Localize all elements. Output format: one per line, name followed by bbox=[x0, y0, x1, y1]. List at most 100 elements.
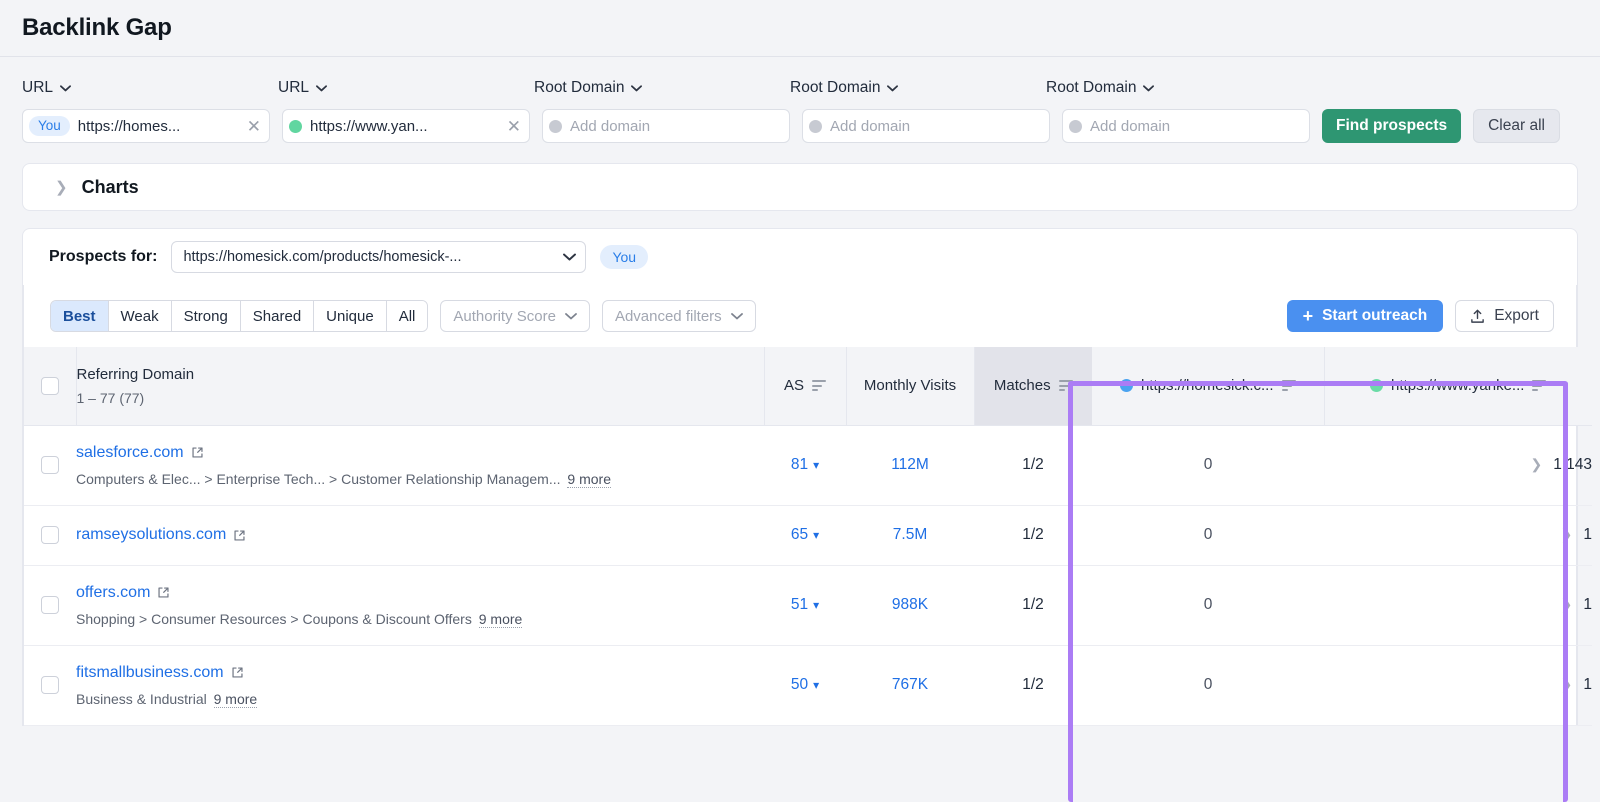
as-cell[interactable]: 51▾ bbox=[764, 565, 846, 645]
competitor-input-1[interactable]: Youhttps://homes...✕ bbox=[22, 109, 270, 143]
matches-cell: 1/2 bbox=[974, 645, 1092, 725]
monthly-visits-value: 112M bbox=[891, 456, 929, 473]
prospect2-cell[interactable]: ❯1 bbox=[1324, 565, 1592, 645]
monthly-visits-value: 988K bbox=[892, 596, 928, 613]
referring-domain-header: Referring Domain 1 – 77 (77) bbox=[76, 347, 764, 425]
filter-tab-shared[interactable]: Shared bbox=[241, 301, 314, 331]
referring-domain-link[interactable]: salesforce.com bbox=[76, 444, 204, 462]
chevron-down-icon[interactable]: ▾ bbox=[813, 458, 819, 472]
chevron-right-icon[interactable]: ❯ bbox=[1530, 456, 1542, 472]
as-value: 50 bbox=[791, 676, 808, 693]
chevron-down-icon bbox=[563, 253, 576, 261]
more-categories-link[interactable]: 9 more bbox=[479, 611, 523, 628]
prospect1-cell: 0 bbox=[1092, 645, 1324, 725]
as-cell[interactable]: 50 ▾ bbox=[764, 645, 846, 725]
prospect1-value: 0 bbox=[1204, 596, 1213, 613]
prospect2-cell[interactable]: ❯1 bbox=[1324, 645, 1592, 725]
prospect2-cell[interactable]: ❯1 bbox=[1324, 505, 1592, 565]
as-header[interactable]: AS bbox=[764, 347, 846, 425]
start-outreach-button[interactable]: + Start outreach bbox=[1287, 300, 1444, 332]
prospect2-cell[interactable]: ❯1,143 bbox=[1324, 425, 1592, 505]
monthly-visits-cell[interactable]: 112M bbox=[846, 425, 974, 505]
referring-domain-cell: salesforce.com Computers & Elec... > Ente… bbox=[76, 425, 764, 505]
competitor-type-label: Root Domain bbox=[534, 79, 624, 97]
referring-domain-link[interactable]: fitsmallbusiness.com bbox=[76, 664, 244, 682]
competitor-inputs-row: Youhttps://homes...✕ https://www.yan...✕ A… bbox=[22, 109, 1578, 143]
prospect1-cell: 0 bbox=[1092, 565, 1324, 645]
table-row: offers.comShopping > Consumer Resources … bbox=[24, 565, 1592, 645]
prospects-table-wrapper: Referring Domain 1 – 77 (77) AS Monthly bbox=[23, 347, 1577, 726]
monthly-visits-cell[interactable]: 7.5M bbox=[846, 505, 974, 565]
referring-domain-cell: fitsmallbusiness.comBusiness & Industria… bbox=[76, 645, 764, 725]
external-link-icon[interactable] bbox=[231, 666, 244, 679]
close-icon[interactable]: ✕ bbox=[503, 118, 521, 135]
filter-tab-weak[interactable]: Weak bbox=[109, 301, 172, 331]
authority-score-filter[interactable]: Authority Score bbox=[440, 300, 590, 332]
competitor-type-selector-2[interactable]: URL bbox=[278, 79, 534, 97]
external-link-icon[interactable] bbox=[191, 446, 204, 459]
competitor-url-placeholder: Add domain bbox=[1090, 118, 1170, 135]
competitor-type-selector-5[interactable]: Root Domain bbox=[1046, 79, 1302, 97]
competitor-input-5[interactable]: Add domain bbox=[1062, 109, 1310, 143]
row-checkbox[interactable] bbox=[41, 456, 59, 474]
referring-domain-cell: ramseysolutions.com bbox=[76, 505, 764, 565]
charts-section[interactable]: ❯ Charts bbox=[22, 163, 1578, 211]
competitor-type-selector-1[interactable]: URL bbox=[22, 79, 278, 97]
filter-tab-strong[interactable]: Strong bbox=[172, 301, 241, 331]
row-checkbox[interactable] bbox=[41, 596, 59, 614]
find-prospects-button[interactable]: Find prospects bbox=[1322, 109, 1461, 143]
competitor-type-selector-4[interactable]: Root Domain bbox=[790, 79, 1046, 97]
more-categories-link[interactable]: 9 more bbox=[214, 691, 258, 708]
competitor-type-selector-3[interactable]: Root Domain bbox=[534, 79, 790, 97]
referring-domain-cell: offers.comShopping > Consumer Resources … bbox=[76, 565, 764, 645]
external-link-icon[interactable] bbox=[157, 586, 170, 599]
sort-icon[interactable] bbox=[1059, 380, 1073, 391]
sort-icon[interactable] bbox=[1282, 380, 1296, 391]
toolbar-actions: + Start outreach Export bbox=[1287, 300, 1554, 332]
chevron-down-icon bbox=[1143, 85, 1154, 92]
row-checkbox[interactable] bbox=[41, 526, 59, 544]
competitor-type-label: URL bbox=[278, 79, 309, 97]
charts-title: Charts bbox=[82, 177, 139, 198]
chevron-right-icon[interactable]: ❯ bbox=[1561, 596, 1573, 612]
prospect2-header[interactable]: https://www.yanke... bbox=[1324, 347, 1592, 425]
sort-icon[interactable] bbox=[812, 380, 826, 391]
as-cell[interactable]: 65▾ bbox=[764, 505, 846, 565]
filter-segmented-control[interactable]: BestWeakStrongSharedUniqueAll bbox=[50, 300, 428, 332]
prospects-url-select[interactable]: https://homesick.com/products/homesick-.… bbox=[171, 241, 586, 273]
referring-domain-link[interactable]: offers.com bbox=[76, 584, 170, 602]
as-cell[interactable]: 81▾ bbox=[764, 425, 846, 505]
filter-tab-unique[interactable]: Unique bbox=[314, 301, 387, 331]
external-link-icon[interactable] bbox=[233, 529, 246, 542]
chevron-right-icon[interactable]: ❯ bbox=[1561, 526, 1573, 542]
prospect2-value: 1 bbox=[1583, 526, 1592, 543]
row-categories: Computers & Elec... > Enterprise Tech...… bbox=[76, 471, 764, 487]
referring-domain-link[interactable]: ramseysolutions.com bbox=[76, 526, 246, 544]
more-categories-link[interactable]: 9 more bbox=[567, 471, 611, 488]
matches-cell: 1/2 bbox=[974, 565, 1092, 645]
chevron-down-icon[interactable]: ▾ bbox=[813, 528, 819, 542]
competitor-input-3[interactable]: Add domain bbox=[542, 109, 790, 143]
monthly-visits-cell[interactable]: 767K bbox=[846, 645, 974, 725]
chevron-down-icon[interactable]: ▾ bbox=[813, 678, 819, 692]
row-checkbox[interactable] bbox=[41, 676, 59, 694]
monthly-visits-cell[interactable]: 988K bbox=[846, 565, 974, 645]
close-icon[interactable]: ✕ bbox=[243, 118, 261, 135]
export-button[interactable]: Export bbox=[1455, 300, 1554, 332]
chevron-right-icon[interactable]: ❯ bbox=[1561, 676, 1573, 692]
competitor-input-4[interactable]: Add domain bbox=[802, 109, 1050, 143]
competitor-type-label: Root Domain bbox=[790, 79, 880, 97]
filter-tab-all[interactable]: All bbox=[387, 301, 428, 331]
upload-icon bbox=[1470, 309, 1485, 324]
prospect1-header[interactable]: https://homesick.c... bbox=[1092, 347, 1324, 425]
matches-header[interactable]: Matches bbox=[974, 347, 1092, 425]
grey-dot-icon bbox=[549, 120, 562, 133]
sort-icon[interactable] bbox=[1532, 380, 1546, 391]
filter-tab-best[interactable]: Best bbox=[51, 301, 109, 331]
select-all-checkbox[interactable] bbox=[41, 377, 59, 395]
chevron-down-icon[interactable]: ▾ bbox=[813, 598, 819, 612]
advanced-filters-button[interactable]: Advanced filters bbox=[602, 300, 756, 332]
clear-all-button[interactable]: Clear all bbox=[1473, 109, 1560, 143]
competitor-input-2[interactable]: https://www.yan...✕ bbox=[282, 109, 530, 143]
row-range-label: 1 – 77 (77) bbox=[77, 390, 764, 406]
